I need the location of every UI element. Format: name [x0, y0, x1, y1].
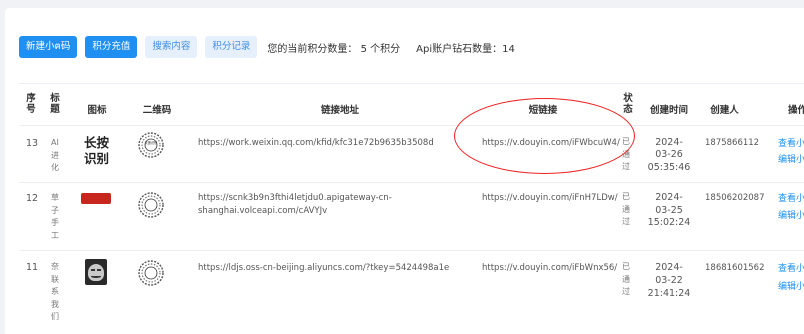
- view-mini-link[interactable]: 查看小: [778, 263, 804, 276]
- row-time: 15:02:24: [647, 217, 691, 228]
- toolbar: 新建小ฅ码 积分充值 搜索内容 积分记录 您的当前积分数量： 5 个积分 Api…: [19, 36, 515, 58]
- row-date-line2: 03-25: [655, 205, 683, 216]
- meme-face-icon: [85, 259, 107, 285]
- new-mini-button[interactable]: 新建小ฅ码: [19, 36, 78, 58]
- row-link[interactable]: https://work.weixin.qq.com/kfid/kfc31e72…: [198, 138, 434, 149]
- row-title: 奈联系我们: [51, 262, 59, 321]
- row-link[interactable]: https://ldjs.oss-cn-beijing.aliyuncs.com…: [198, 263, 449, 274]
- header-qrcode: 二维码: [142, 105, 172, 116]
- edit-mini-link[interactable]: 编辑小: [778, 154, 804, 167]
- row-short-link[interactable]: https://v.douyin.com/iFnH7LDw/: [482, 193, 618, 204]
- qrcode-image: 长按识别: [138, 132, 164, 158]
- points-log-button[interactable]: 积分记录: [205, 36, 258, 58]
- edit-mini-link[interactable]: 编辑小: [778, 281, 804, 294]
- row-status: 已通过: [622, 262, 630, 296]
- divider: [19, 125, 804, 126]
- qr-label-line1: 长按识别: [145, 140, 158, 145]
- row-index: 13: [26, 138, 39, 149]
- header-link: 链接地址: [320, 105, 359, 116]
- row-link-line1[interactable]: https://scnk3b9n3fthi4letjdu0.apigateway…: [198, 193, 392, 204]
- recharge-button[interactable]: 积分充值: [85, 36, 138, 58]
- divider: [19, 182, 804, 183]
- row-date-line2: 03-22: [655, 275, 683, 286]
- row-date-line1: 2024-: [655, 192, 683, 203]
- divider: [19, 83, 804, 84]
- brand-logo-icon: [81, 193, 111, 204]
- header-creator: 创建人: [710, 105, 739, 116]
- row-index: 11: [26, 262, 39, 273]
- row-creator: 18681601562: [705, 263, 765, 273]
- row-icon-text: 长按识别: [84, 135, 110, 166]
- row-date-line1: 2024-: [655, 137, 683, 148]
- header-actions: 操作: [788, 105, 804, 116]
- edit-mini-link[interactable]: 编辑小: [778, 210, 804, 223]
- view-mini-link[interactable]: 查看小: [778, 193, 804, 206]
- row-creator: 18506202087: [705, 193, 765, 203]
- header-index: 序号: [26, 93, 36, 115]
- row-title: 草子手工: [51, 193, 59, 240]
- header-icon: 图标: [87, 105, 107, 116]
- annotation-circle: [454, 98, 635, 174]
- row-short-link[interactable]: https://v.douyin.com/iFbWnx56/: [482, 263, 617, 274]
- row-title: AI进化: [51, 138, 59, 172]
- row-index: 12: [26, 193, 39, 204]
- header-title: 标题: [50, 93, 60, 115]
- qrcode-image: [138, 192, 164, 218]
- row-date-line1: 2024-: [655, 262, 683, 273]
- view-mini-link[interactable]: 查看小: [778, 138, 804, 151]
- row-link-line2[interactable]: shanghai.volceapi.com/cAVYJv: [198, 206, 327, 217]
- header-created-time: 创建时间: [649, 105, 688, 116]
- row-time: 05:35:46: [647, 162, 691, 173]
- divider: [19, 250, 804, 251]
- api-diamond-info: Api账户钻石数量：14: [416, 43, 515, 55]
- row-date-line2: 03-26: [655, 149, 683, 160]
- points-info: 您的当前积分数量： 5 个积分: [267, 43, 401, 55]
- qrcode-image: [138, 260, 164, 286]
- search-button[interactable]: 搜索内容: [145, 36, 198, 58]
- row-status: 已通过: [622, 192, 630, 226]
- header-status: 状态: [623, 93, 633, 115]
- row-time: 21:41:24: [647, 288, 691, 299]
- row-creator: 1875866112: [705, 138, 760, 148]
